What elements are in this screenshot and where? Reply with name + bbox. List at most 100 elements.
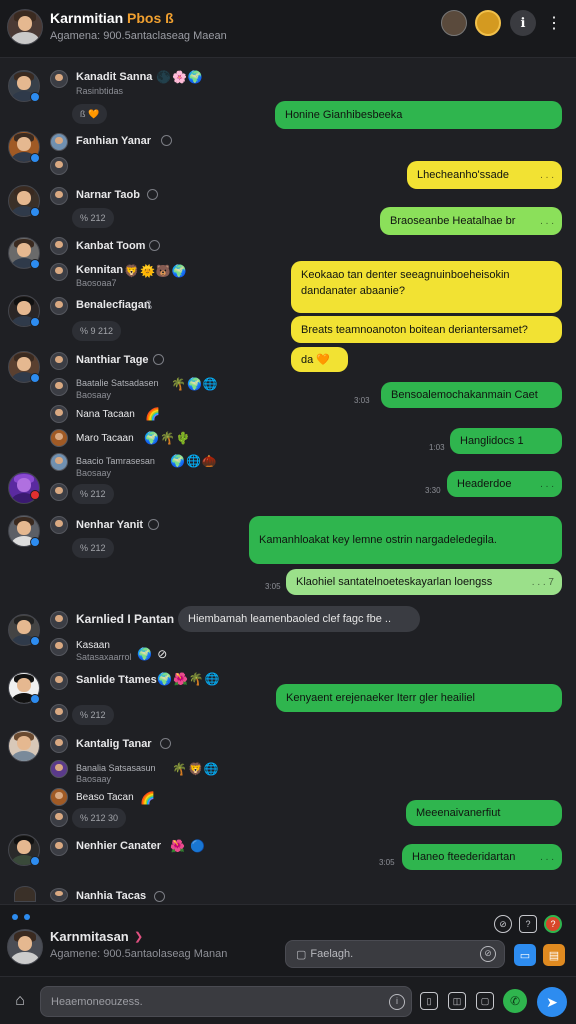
pin-icon[interactable]: ℹ — [510, 10, 536, 36]
message-bubble[interactable]: Meeenaivanerfiut — [406, 800, 562, 826]
search-value: Faelagh. — [310, 948, 354, 960]
info-icon[interactable]: i — [389, 993, 405, 1010]
more-menu-icon[interactable]: ⋮ — [541, 10, 567, 36]
notification-icon[interactable]: ? — [544, 915, 562, 933]
message-bubble[interactable]: Hiembamah leamenbaoled clef fagc fbe .. — [178, 606, 420, 632]
clear-icon[interactable]: ⊘ — [480, 946, 496, 962]
sender-name[interactable]: Beaso Tacan — [76, 792, 134, 803]
reaction-pill[interactable]: % 212 30 — [72, 808, 127, 828]
reaction-pill[interactable]: ß 🧡 — [72, 104, 108, 124]
reaction-pill[interactable]: % 212 — [72, 705, 114, 725]
message-time: 3:05 — [265, 582, 281, 591]
copy-icon[interactable]: ▯ — [420, 992, 438, 1010]
sender-name[interactable]: Kennitan — [76, 264, 123, 276]
sender-name[interactable]: Sanlide Ttames — [76, 674, 157, 686]
mini-avatar — [50, 352, 68, 370]
home-icon[interactable]: ⌂ — [8, 989, 32, 1013]
message-bubble[interactable]: Bensoalemochakanmain Caet — [381, 382, 562, 408]
reaction-emojis[interactable]: 🦁🌞🐻🌍 — [124, 264, 188, 278]
verified-icon — [30, 537, 40, 547]
folder-icon[interactable]: ▭ — [514, 944, 536, 966]
message-text: Hanglidocs 1 — [460, 435, 524, 447]
message-bubble[interactable]: Haneo fteederidartan. . . — [402, 844, 562, 870]
reaction-emojis[interactable]: 🌈 — [140, 791, 156, 805]
sender-name[interactable]: Baatalie Satsadasen — [76, 378, 159, 388]
sender-name[interactable]: Nanhia Tacas — [76, 890, 146, 902]
reaction-emojis[interactable]: 🌍🌐🌰 — [170, 454, 218, 468]
message-bubble[interactable]: Kenyaent erejenaeker Iterr gler heailiel — [276, 684, 562, 712]
verified-icon — [30, 694, 40, 704]
participant-avatar-button[interactable] — [441, 10, 467, 36]
header-avatar[interactable] — [7, 9, 43, 45]
my-avatar[interactable] — [7, 929, 43, 965]
sender-name[interactable]: Baacio Tamrasesan — [76, 456, 155, 466]
image-icon[interactable]: ◫ — [448, 992, 466, 1010]
reaction-pill[interactable]: % 212 — [72, 538, 114, 558]
avatar[interactable] — [14, 886, 36, 902]
verified-icon — [30, 636, 40, 646]
mini-avatar — [50, 297, 68, 315]
message-bubble[interactable]: Klaohiel santatelnoeteskayarlan loengss.… — [286, 569, 562, 595]
sender-name[interactable]: Fanhian Yanar — [76, 135, 151, 147]
message-bubble[interactable]: da 🧡 — [291, 347, 348, 372]
my-status: Agamene: 900.5antaolaseag Manan — [50, 948, 228, 960]
avatar[interactable] — [8, 730, 40, 762]
message-bubble[interactable]: Honine Gianhibesbeeka — [275, 101, 562, 129]
reaction-emojis[interactable]: 🌈 — [145, 407, 161, 421]
compass-icon[interactable]: ⊘ — [494, 915, 512, 933]
reaction-emojis[interactable]: 🌴🌍🌐 — [171, 377, 219, 391]
sender-name[interactable]: Nenhier Canater — [76, 840, 161, 852]
reaction-pill[interactable]: % 9 212 — [72, 321, 122, 341]
chat-title: Karnmitian Pbos ß — [50, 10, 174, 26]
message-text: da 🧡 — [301, 354, 330, 366]
message-bubble[interactable]: Braoseanbe Heatalhae br. . . — [380, 207, 562, 235]
sender-name[interactable]: Kantalig Tanar — [76, 738, 152, 750]
coin-icon[interactable] — [475, 10, 501, 36]
reaction-emojis[interactable]: 🌍🌴🌵 — [144, 431, 192, 445]
mini-avatar — [50, 760, 68, 778]
message-bubble[interactable]: Kamanhloakat key lemne ostrin nargadeled… — [249, 516, 562, 564]
sender-name[interactable]: Benalecfiagan — [76, 299, 151, 311]
sender-name[interactable]: Kanbat Toom — [76, 240, 145, 252]
bookmark-icon[interactable]: ? — [519, 915, 537, 933]
reaction-pill[interactable]: % 212 — [72, 484, 114, 504]
message-text: Breats teamnoanoton boitean deriantersam… — [301, 323, 528, 336]
message-bubble[interactable]: Headerdoe. . . — [447, 471, 562, 497]
sender-name[interactable]: Banalia Satsasasun — [76, 763, 156, 773]
search-field[interactable]: ▢ Faelagh. ⊘ — [285, 940, 505, 968]
verified-icon — [30, 207, 40, 217]
message-bubble[interactable]: Keokaao tan denter seeagnuinboeheisokin … — [291, 261, 562, 313]
sender-name[interactable]: Narnar Taob — [76, 189, 140, 201]
reaction-emojis[interactable]: 🌍🌺🌴🌐 — [157, 672, 221, 686]
message-bubble[interactable]: Breats teamnoanoton boitean deriantersam… — [291, 316, 562, 343]
message-bubble[interactable]: Lhecheanho'ssade. . . — [407, 161, 562, 189]
reaction-emojis[interactable]: 🌑🌸🌍 — [156, 70, 204, 84]
message-input[interactable]: Heaemoneouzess. i — [40, 986, 412, 1017]
sender-name[interactable]: Maro Tacaan — [76, 433, 134, 444]
sender-name[interactable]: Nenhar Yanit — [76, 519, 143, 531]
voice-call-icon[interactable]: ✆ — [503, 989, 527, 1013]
message-text: Klaohiel santatelnoeteskayarlan loengss — [296, 576, 493, 588]
reaction-emojis[interactable]: 🌺 🔵 — [170, 839, 206, 853]
sender-name[interactable]: Nanthiar Tage — [76, 354, 149, 366]
sender-name[interactable]: Karnlied I Pantan — [76, 612, 174, 626]
mini-avatar — [50, 157, 68, 175]
message-text: Haneo fteederidartan — [412, 851, 516, 863]
briefcase-icon[interactable]: ▤ — [543, 944, 565, 966]
mini-avatar — [50, 611, 68, 629]
sender-name[interactable]: Kanadit Sanna — [76, 71, 152, 83]
message-bubble[interactable]: Hanglidocs 1 — [450, 428, 562, 454]
edit-pencil-icon[interactable]: ❯ — [134, 930, 143, 943]
message-time: 1:03 — [429, 443, 445, 452]
mini-avatar — [50, 263, 68, 281]
sender-name[interactable]: Nana Tacaan — [76, 409, 135, 420]
reaction-pill[interactable]: % 212 — [72, 208, 114, 228]
reaction-emojis[interactable]: 🌍 ⊘ — [137, 647, 168, 661]
sticker-icon[interactable]: ▢ — [476, 992, 494, 1010]
send-icon[interactable]: ➤ — [537, 987, 567, 1017]
reaction-emojis[interactable]: 🌴🦁🌐 — [172, 762, 220, 776]
mini-avatar — [50, 516, 68, 534]
sender-name[interactable]: Kasaan — [76, 640, 110, 651]
mini-avatar — [50, 638, 68, 656]
reaction-emojis[interactable]: ß — [145, 298, 153, 312]
